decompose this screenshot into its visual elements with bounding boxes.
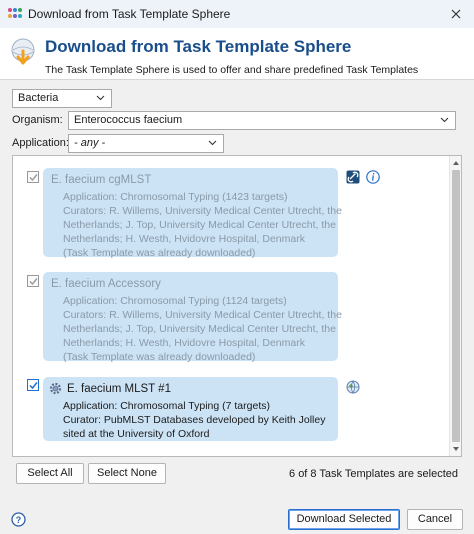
organism-value: Enterococcus faecium — [74, 114, 183, 126]
dialog-header: Download from Task Template Sphere The T… — [0, 28, 474, 80]
template-detail-line: Netherlands; H. Westh, Hvidovre Hospital… — [63, 337, 305, 349]
check-icon — [29, 382, 38, 390]
template-detail-line: Application: Chromosomal Typing (7 targe… — [63, 400, 270, 412]
globe-icon[interactable] — [346, 380, 360, 394]
template-detail-line: Netherlands; J. Top, University Medical … — [63, 323, 336, 335]
template-name: E. faecium Accessory — [51, 278, 161, 290]
title-bar: Download from Task Template Sphere — [0, 0, 474, 28]
download-sphere-icon — [11, 38, 35, 65]
svg-text:i: i — [372, 173, 375, 184]
category-dropdown[interactable]: Bacteria — [12, 89, 112, 108]
template-detail-line: Curators: R. Willems, University Medical… — [63, 309, 342, 321]
template-card[interactable]: E. faecium Accessory Application: Chromo… — [43, 272, 342, 363]
svg-text:?: ? — [16, 515, 22, 525]
window-title: Download from Task Template Sphere — [28, 7, 231, 21]
select-all-button[interactable]: Select All — [16, 463, 84, 484]
template-detail-line: Netherlands; H. Westh, Hvidovre Hospital… — [63, 233, 305, 245]
scroll-down-arrow-icon[interactable] — [452, 445, 460, 453]
chain-link-icon[interactable] — [346, 170, 360, 184]
close-icon — [451, 9, 461, 19]
chevron-down-icon — [208, 140, 217, 146]
organism-dropdown[interactable]: Enterococcus faecium — [68, 111, 456, 130]
template-card[interactable]: E. faecium MLST #1 Application: Chromoso… — [43, 377, 338, 441]
chevron-down-icon — [440, 117, 449, 123]
check-icon — [29, 174, 38, 182]
scroll-up-arrow-icon[interactable] — [452, 159, 460, 167]
template-checkbox[interactable] — [27, 379, 39, 391]
select-none-button[interactable]: Select None — [88, 463, 166, 484]
template-list[interactable]: E. faecium cgMLST Application: Chromosom… — [12, 155, 462, 457]
chevron-down-icon — [96, 95, 105, 101]
application-value: - any - — [74, 137, 106, 149]
category-value: Bacteria — [18, 92, 59, 104]
template-detail-line: Netherlands; J. Top, University Medical … — [63, 219, 336, 231]
selection-status: 6 of 8 Task Templates are selected — [289, 468, 458, 480]
template-detail-line: Curator: PubMLST Databases developed by … — [63, 414, 326, 426]
gear-icon — [49, 382, 62, 395]
template-detail-line: Curators: R. Willems, University Medical… — [63, 205, 342, 217]
template-card[interactable]: E. faecium cgMLST Application: Chromosom… — [43, 168, 342, 259]
scrollbar-thumb[interactable] — [452, 170, 460, 442]
template-detail-line: Application: Chromosomal Typing (1124 ta… — [63, 295, 287, 307]
organism-label: Organism: — [12, 114, 63, 126]
template-detail-line: (Task Template was already downloaded) — [63, 247, 256, 259]
check-icon — [29, 278, 38, 286]
download-selected-button[interactable]: Download Selected — [288, 509, 400, 530]
list-scrollbar[interactable] — [449, 156, 461, 456]
template-detail-line: sited at the University of Oxford — [63, 428, 210, 440]
application-dropdown[interactable]: - any - — [68, 134, 224, 153]
cancel-button[interactable]: Cancel — [407, 509, 463, 530]
header-subtitle: The Task Template Sphere is used to offe… — [45, 64, 419, 76]
template-detail-line: (Task Template was already downloaded) — [63, 351, 256, 363]
app-dots-icon — [8, 8, 22, 20]
info-icon[interactable]: i — [366, 170, 380, 184]
template-checkbox[interactable] — [27, 275, 39, 287]
template-name: E. faecium MLST #1 — [67, 383, 171, 395]
template-checkbox[interactable] — [27, 171, 39, 183]
application-label: Application: — [12, 137, 69, 149]
template-detail-line: Application: Chromosomal Typing (1423 ta… — [63, 191, 288, 203]
template-name: E. faecium cgMLST — [51, 174, 152, 186]
header-title: Download from Task Template Sphere — [45, 37, 352, 56]
help-icon[interactable]: ? — [11, 512, 26, 527]
close-button[interactable] — [438, 0, 474, 28]
